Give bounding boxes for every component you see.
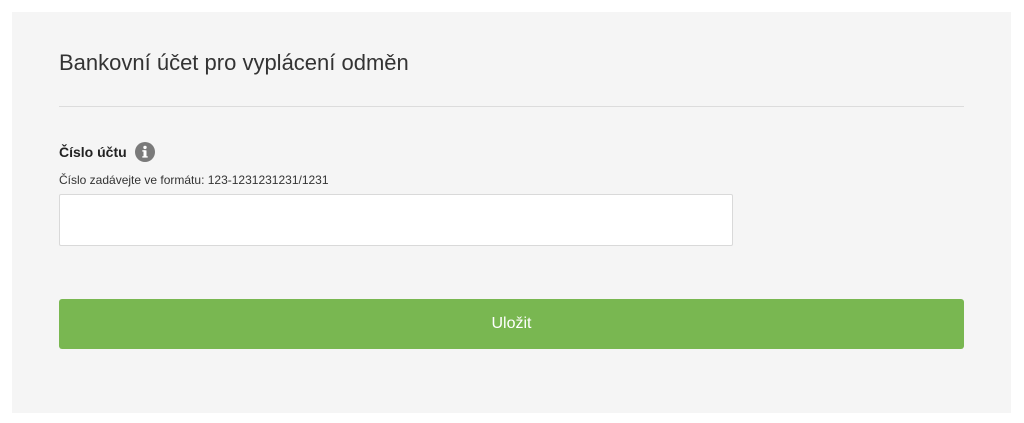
account-number-label-row: Číslo účtu <box>59 142 155 162</box>
save-button[interactable]: Uložit <box>59 299 964 349</box>
info-icon[interactable] <box>134 142 155 162</box>
section-title: Bankovní účet pro vyplácení odměn <box>59 50 409 75</box>
section-divider <box>59 106 964 107</box>
account-number-label: Číslo účtu <box>59 144 127 160</box>
account-number-format-hint: Číslo zadávejte ve formátu: 123-12312312… <box>59 173 329 187</box>
bank-account-panel: Bankovní účet pro vyplácení odměn Číslo … <box>12 12 1011 413</box>
account-number-input[interactable] <box>59 194 733 246</box>
